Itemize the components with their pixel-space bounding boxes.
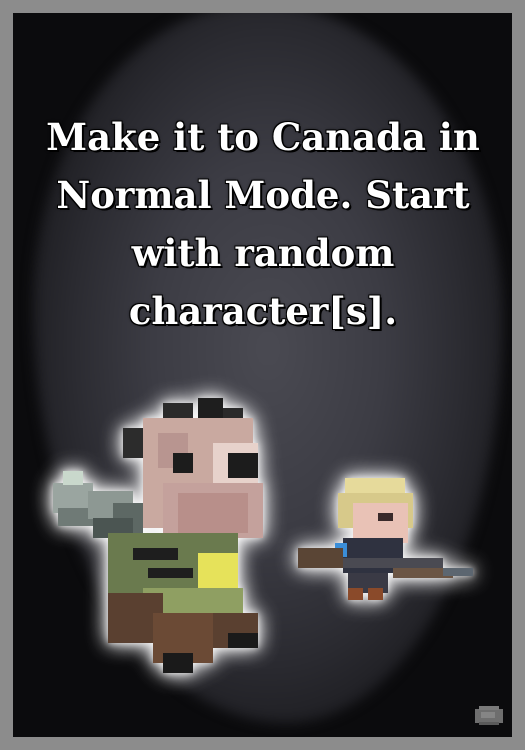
rock-icon (475, 706, 503, 725)
bearded-survivor-sprite (53, 398, 263, 673)
chainsaw-weapon (53, 471, 143, 538)
blonde-survivor-sprite (298, 478, 473, 600)
character-illustration (53, 398, 473, 673)
card-frame: Make it to Canada in Normal Mode. Start … (0, 0, 525, 750)
objective-card: Make it to Canada in Normal Mode. Start … (13, 13, 512, 737)
